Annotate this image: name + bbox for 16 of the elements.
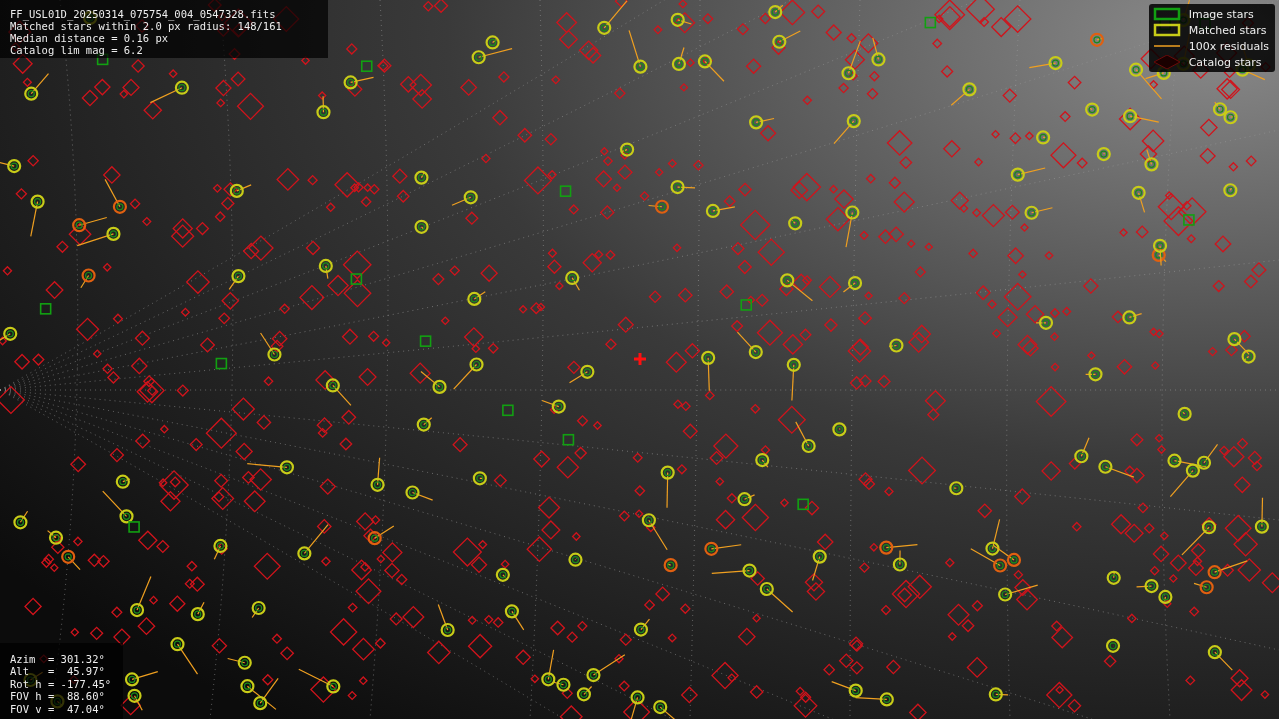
pointing-text: Alt = 45.97° xyxy=(10,665,105,678)
legend-label: 100x residuals xyxy=(1188,39,1269,53)
rectangle-icon xyxy=(1152,23,1181,37)
square-icon xyxy=(1152,7,1181,21)
diamond-icon xyxy=(1152,55,1181,69)
info-text: Catalog lim mag = 6.2 xyxy=(10,44,143,56)
info-text: FF_USL01D_20250314_075754_004_0547328.fits xyxy=(10,8,276,20)
pointing-text: FOV h = 88.60° xyxy=(10,690,105,703)
info-text: Median distance = 0.16 px xyxy=(10,32,169,44)
legend-label: Catalog stars xyxy=(1188,55,1262,69)
pointing-text: Azim = 301.32° xyxy=(10,652,105,665)
pointing-text: Rot h = -177.45° xyxy=(10,677,112,690)
legend-label: Image stars xyxy=(1188,7,1254,21)
legend-label: Matched stars xyxy=(1188,23,1267,37)
pointing-text: FOV v = 47.04° xyxy=(10,702,105,715)
info-text: Matched stars within 2.0 px radius: 148/161 xyxy=(10,20,282,32)
